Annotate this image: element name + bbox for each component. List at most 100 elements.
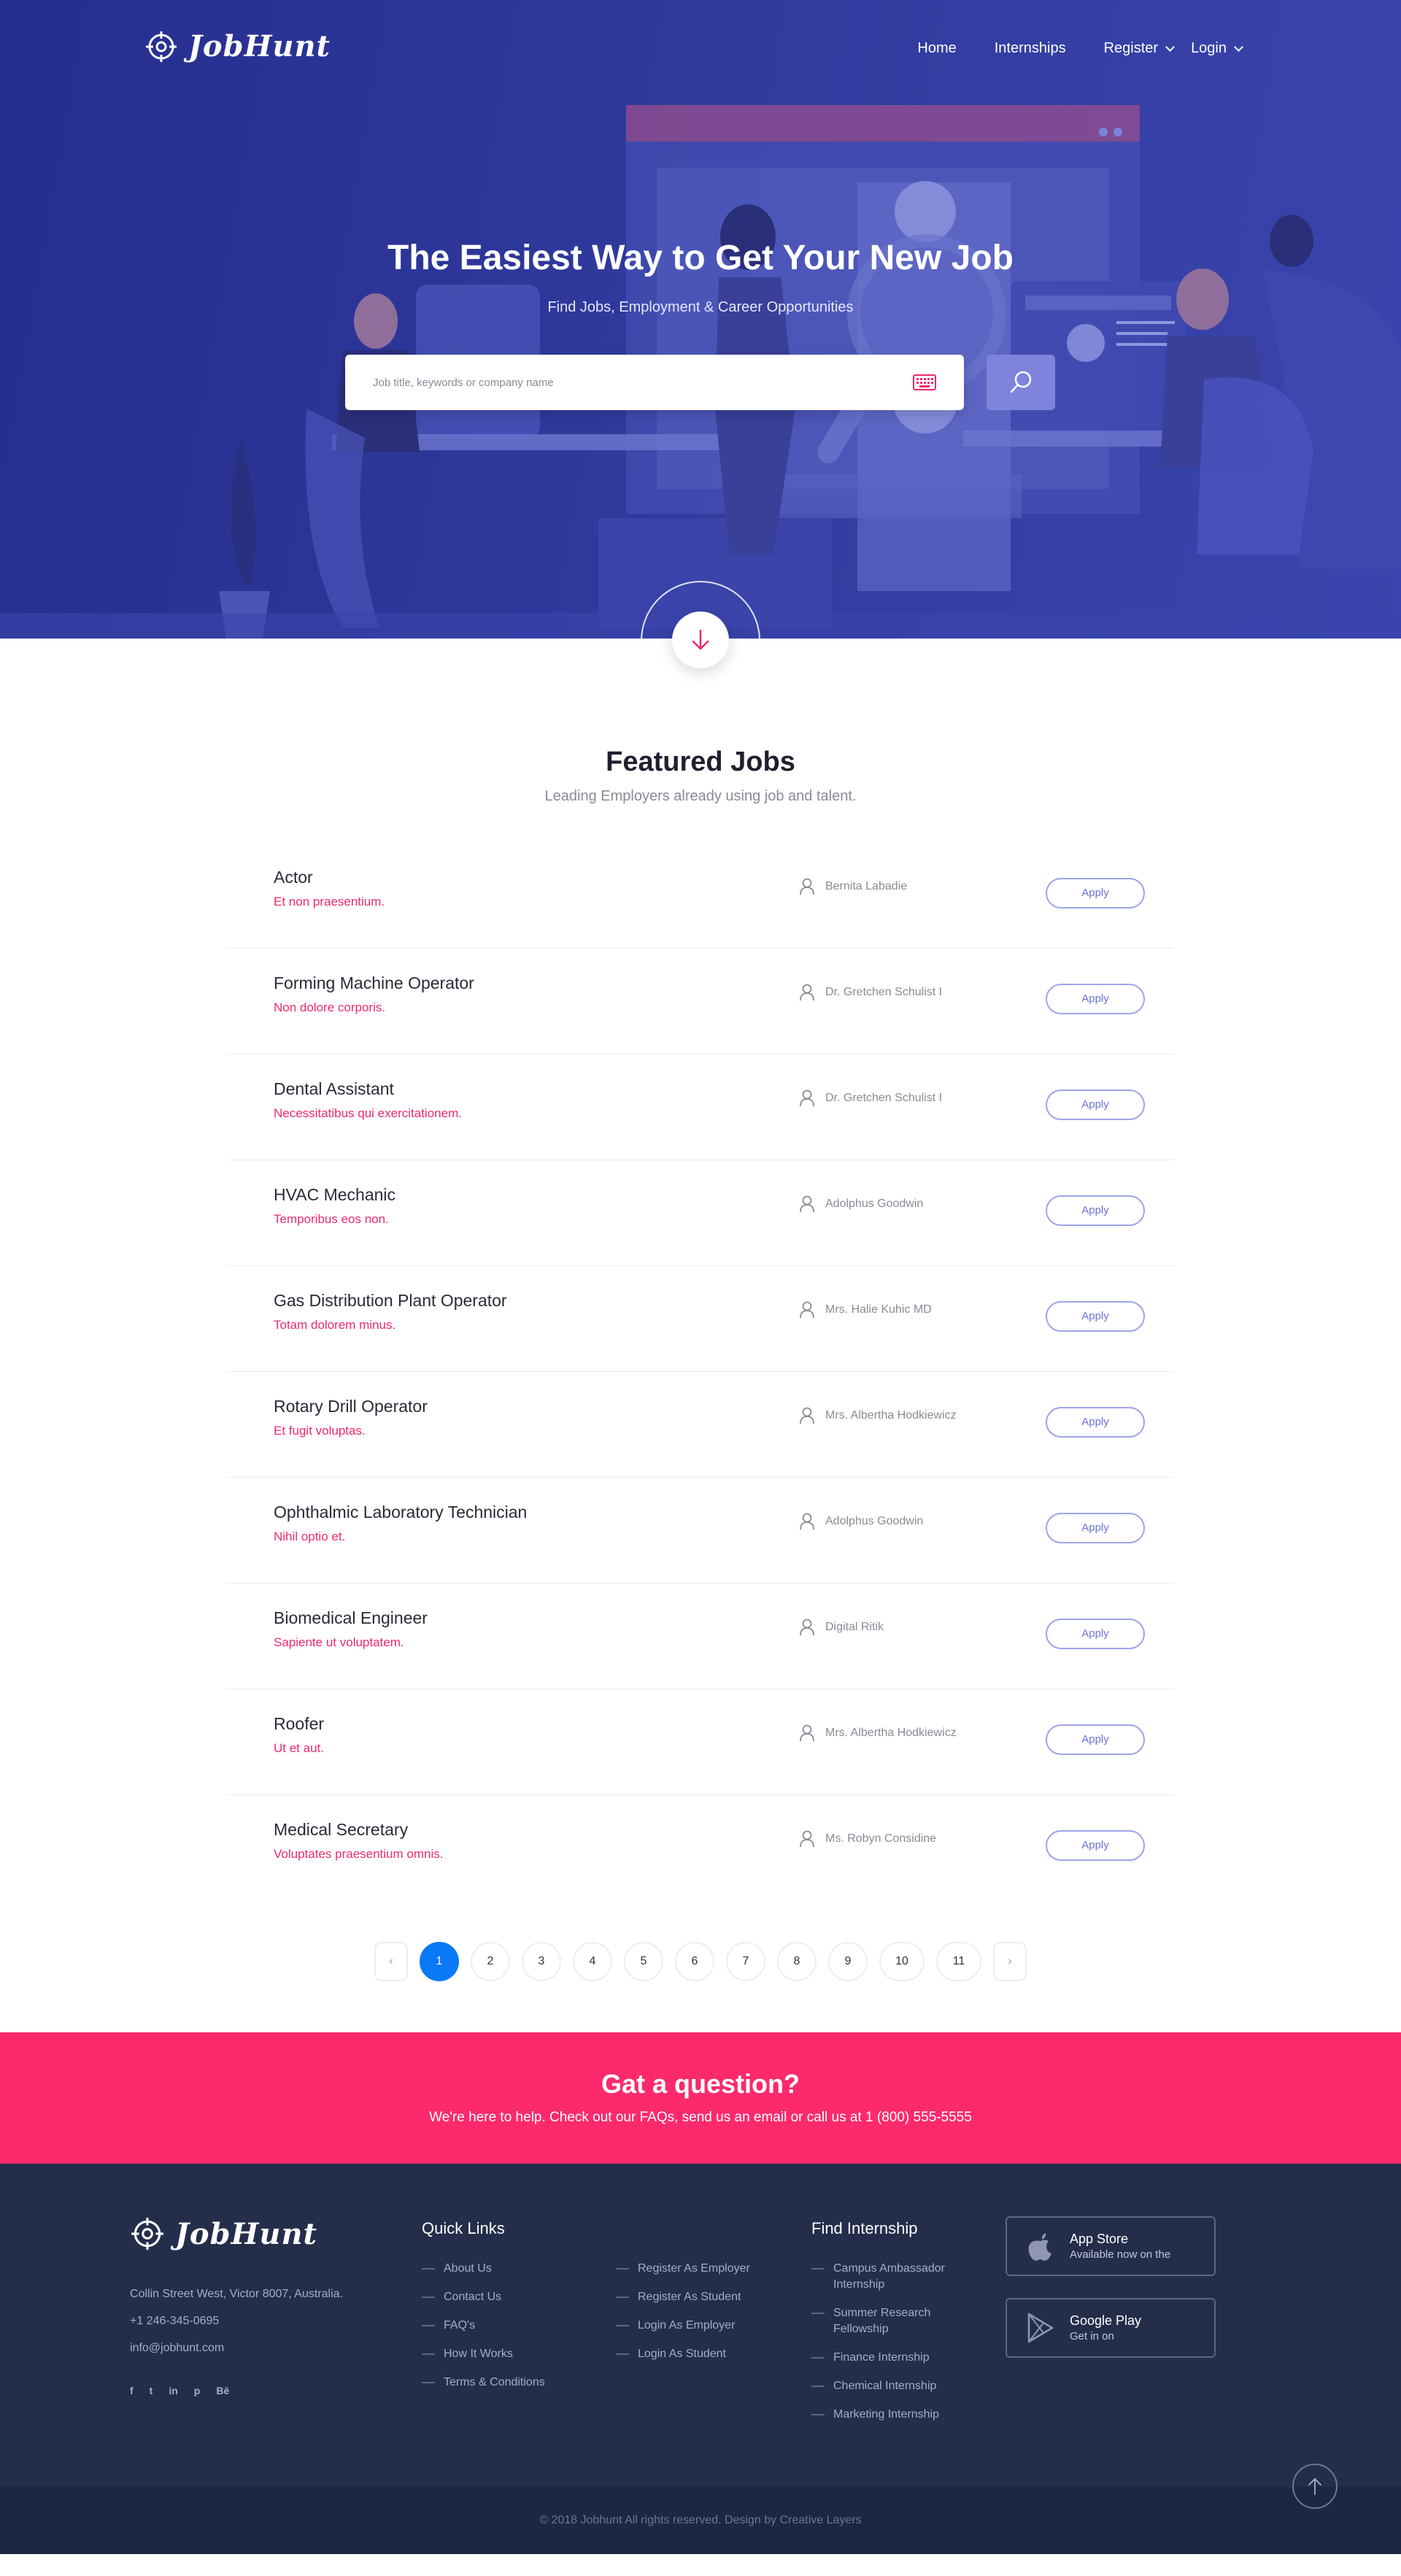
job-title[interactable]: Dental Assistant	[274, 1079, 394, 1099]
apply-button[interactable]: Apply	[1046, 1407, 1145, 1438]
nav-login-label: Login	[1191, 40, 1227, 56]
job-row[interactable]: Actor Et non praesentium. Bernita Labadie A…	[227, 843, 1174, 949]
apply-button[interactable]: Apply	[1046, 1619, 1145, 1649]
twitter-icon[interactable]: t	[150, 2385, 153, 2396]
pagination-page-1[interactable]: 1	[420, 1942, 459, 1981]
user-icon	[800, 1830, 814, 1848]
quick-link-label: How It Works	[444, 2348, 513, 2360]
job-title[interactable]: Forming Machine Operator	[274, 973, 474, 993]
job-row[interactable]: Dental Assistant Necessitatibus qui exerc…	[227, 1054, 1174, 1160]
dash-bullet	[616, 2325, 629, 2326]
pagination-prev-button[interactable]: ‹	[374, 1942, 408, 1981]
quick-link[interactable]: About Us	[422, 2261, 545, 2277]
job-title[interactable]: Gas Distribution Plant Operator	[274, 1291, 507, 1311]
app-store-title: App Store	[1070, 2232, 1129, 2246]
internship-link[interactable]: Marketing Internship	[811, 2407, 965, 2423]
quick-link[interactable]: Register As Employer	[616, 2261, 750, 2277]
pagination-page-9[interactable]: 9	[828, 1942, 868, 1981]
google-play-sub: Get in on	[1070, 2330, 1114, 2342]
internship-link[interactable]: Summer Research Fellowship	[811, 2305, 965, 2337]
job-row[interactable]: Biomedical Engineer Sapiente ut voluptate…	[227, 1584, 1174, 1689]
job-title[interactable]: Roofer	[274, 1714, 324, 1734]
quick-link-label: Terms & Conditions	[444, 2376, 545, 2388]
apply-button[interactable]: Apply	[1046, 1195, 1145, 1226]
job-search-input[interactable]	[373, 355, 869, 410]
google-play-title: Google Play	[1070, 2313, 1142, 2328]
internship-link[interactable]: Campus Ambassador Internship	[811, 2261, 965, 2293]
job-row[interactable]: Roofer Ut et aut. Mrs. Albertha Hodkiewicz…	[227, 1689, 1174, 1795]
pagination-page-10[interactable]: 10	[879, 1942, 925, 1981]
pagination-page-4[interactable]: 4	[573, 1942, 612, 1981]
footer-brand-logo[interactable]: JobHunt	[130, 2216, 317, 2251]
nav-register[interactable]: Register	[1103, 40, 1175, 57]
quick-link[interactable]: FAQ's	[422, 2318, 545, 2334]
job-row[interactable]: Forming Machine Operator Non dolore corpo…	[227, 949, 1174, 1054]
job-contact-name: Dr. Gretchen Schulist I	[825, 986, 943, 998]
app-store-button[interactable]: App Store Available now on the	[1006, 2216, 1216, 2276]
job-title[interactable]: Ophthalmic Laboratory Technician	[274, 1503, 527, 1522]
quick-link[interactable]: Login As Student	[616, 2346, 750, 2362]
job-row[interactable]: Ophthalmic Laboratory Technician Nihil op…	[227, 1478, 1174, 1584]
job-company: Temporibus eos non.	[274, 1212, 389, 1226]
job-title[interactable]: HVAC Mechanic	[274, 1185, 395, 1205]
quick-link[interactable]: How It Works	[422, 2346, 545, 2362]
back-to-top-button[interactable]	[1292, 2464, 1338, 2509]
job-title[interactable]: Medical Secretary	[274, 1820, 408, 1840]
pagination-page-5[interactable]: 5	[624, 1942, 663, 1981]
job-title[interactable]: Actor	[274, 868, 313, 887]
user-icon	[800, 1301, 814, 1319]
job-title[interactable]: Rotary Drill Operator	[274, 1397, 428, 1416]
nav-login[interactable]: Login	[1191, 40, 1243, 57]
quick-link[interactable]: Login As Employer	[616, 2318, 750, 2334]
pagination-page-6[interactable]: 6	[675, 1942, 714, 1981]
internship-link-label: Campus Ambassador Internship	[833, 2262, 945, 2291]
nav-home[interactable]: Home	[917, 40, 956, 57]
hero-subtitle: Find Jobs, Employment & Career Opportuni…	[547, 299, 854, 315]
internship-link[interactable]: Finance Internship	[811, 2350, 965, 2366]
pagination-next-button[interactable]: ›	[993, 1942, 1027, 1981]
scroll-down-button[interactable]	[672, 612, 729, 668]
footer-phone[interactable]: +1 246-345-0695	[130, 2307, 343, 2334]
job-row[interactable]: Gas Distribution Plant Operator Totam dol…	[227, 1266, 1174, 1372]
apply-button[interactable]: Apply	[1046, 984, 1145, 1014]
job-contact: Ms. Robyn Considine	[799, 1830, 936, 1848]
pinterest-icon[interactable]: p	[194, 2385, 201, 2396]
job-title[interactable]: Biomedical Engineer	[274, 1608, 428, 1628]
job-contact-name: Dr. Gretchen Schulist I	[825, 1092, 943, 1104]
site-footer: JobHunt Collin Street West, Victor 8007,…	[0, 2164, 1401, 2487]
nav-register-label: Register	[1103, 40, 1159, 56]
pagination-page-11[interactable]: 11	[936, 1942, 981, 1981]
quick-link[interactable]: Register As Student	[616, 2289, 750, 2305]
apply-button[interactable]: Apply	[1046, 878, 1145, 909]
apply-button[interactable]: Apply	[1046, 1830, 1145, 1861]
apply-button[interactable]: Apply	[1046, 1090, 1145, 1120]
facebook-icon[interactable]: f	[130, 2385, 134, 2396]
google-play-button[interactable]: Google Play Get in on	[1006, 2298, 1216, 2358]
behance-icon[interactable]: Bē	[216, 2385, 229, 2396]
pagination-page-8[interactable]: 8	[777, 1942, 817, 1981]
dash-bullet	[811, 2268, 825, 2270]
pagination-page-7[interactable]: 7	[726, 1942, 765, 1981]
search-button[interactable]	[987, 355, 1055, 410]
quick-link-label: Contact Us	[444, 2291, 502, 2303]
pagination-page-2[interactable]: 2	[471, 1942, 510, 1981]
linkedin-icon[interactable]: in	[169, 2385, 177, 2396]
nav-internships[interactable]: Internships	[995, 40, 1066, 57]
dash-bullet	[422, 2325, 435, 2326]
pagination-page-3[interactable]: 3	[522, 1942, 561, 1981]
footer-email[interactable]: info@jobhunt.com	[130, 2334, 343, 2361]
internship-link-label: Summer Research Fellowship	[833, 2307, 931, 2335]
internship-link[interactable]: Chemical Internship	[811, 2378, 965, 2394]
quick-link[interactable]: Contact Us	[422, 2289, 545, 2305]
job-contact: Dr. Gretchen Schulist I	[799, 984, 942, 1001]
brand-logo[interactable]: JobHunt	[144, 29, 331, 63]
job-row[interactable]: Medical Secretary Voluptates praesentium …	[227, 1795, 1174, 1901]
job-list: Actor Et non praesentium. Bernita Labadie A…	[227, 843, 1174, 1901]
keyboard-icon[interactable]	[913, 374, 936, 390]
job-row[interactable]: HVAC Mechanic Temporibus eos non. Adolphus…	[227, 1160, 1174, 1266]
job-row[interactable]: Rotary Drill Operator Et fugit voluptas. M…	[227, 1372, 1174, 1478]
apply-button[interactable]: Apply	[1046, 1724, 1145, 1755]
quick-link[interactable]: Terms & Conditions	[422, 2375, 545, 2391]
apply-button[interactable]: Apply	[1046, 1513, 1145, 1543]
apply-button[interactable]: Apply	[1046, 1301, 1145, 1332]
